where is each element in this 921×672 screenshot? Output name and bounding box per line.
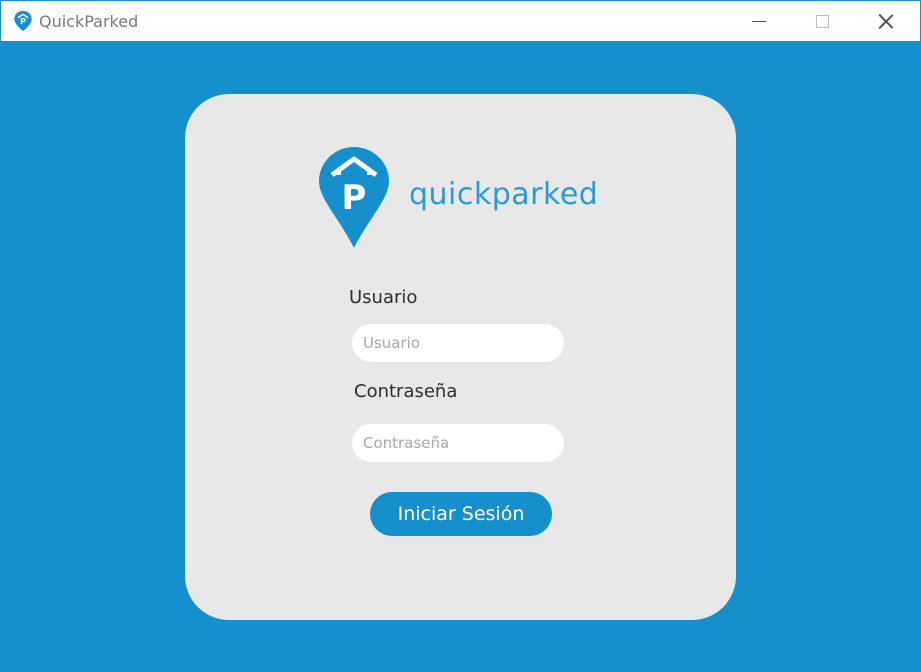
- svg-text:P: P: [20, 16, 26, 26]
- password-label: Contraseña: [354, 381, 458, 402]
- minimize-icon: [752, 20, 766, 22]
- maximize-button[interactable]: [799, 1, 845, 41]
- pin-parking-icon: P: [14, 10, 32, 32]
- brand-logo-text: quickparked: [409, 177, 599, 212]
- svg-text:P: P: [342, 178, 367, 218]
- login-button[interactable]: Iniciar Sesión: [370, 492, 552, 536]
- window-titlebar: P QuickParked: [0, 0, 921, 41]
- maximize-icon: [815, 14, 829, 28]
- username-label: Usuario: [349, 287, 418, 308]
- password-input[interactable]: [352, 424, 564, 462]
- close-icon: [879, 14, 893, 28]
- username-input[interactable]: [352, 324, 564, 362]
- close-button[interactable]: [863, 1, 909, 41]
- pin-parking-icon: P: [319, 147, 389, 248]
- window-title: QuickParked: [39, 12, 139, 31]
- minimize-button[interactable]: [736, 1, 782, 41]
